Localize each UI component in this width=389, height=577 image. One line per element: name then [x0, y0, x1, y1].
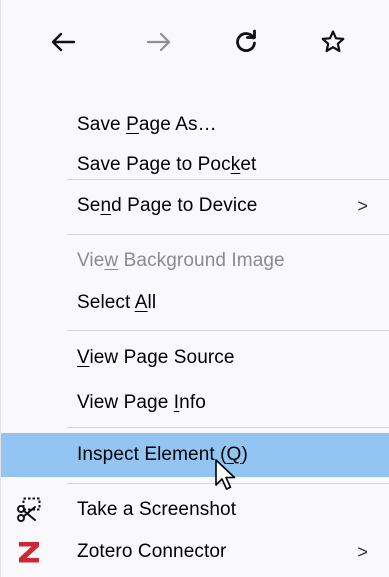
bookmark-button[interactable] [311, 22, 355, 62]
menu-separator [67, 483, 389, 484]
menu-item-label: Save Page to Pocket [77, 154, 257, 175]
menu-item-label: Select All [77, 292, 157, 313]
menu-item-select-all[interactable]: Select All [1, 281, 389, 325]
menu-separator [67, 234, 389, 235]
menu-item-view-page-info[interactable]: View Page Info [1, 381, 389, 425]
zotero-icon [19, 542, 39, 563]
menu-item-view-background-image: View Background Image [1, 239, 389, 283]
menu-item-label: View Page Info [77, 392, 206, 413]
reload-icon [236, 29, 256, 52]
menu-item-label: Send Page to Device [77, 195, 258, 216]
menu-item-save-page-as[interactable]: Save Page As… [1, 103, 389, 147]
menu-item-inspect-element[interactable]: Inspect Element (Q) [1, 433, 389, 477]
menu-item-label: View Background Image [77, 250, 285, 271]
bookmark-star-icon [321, 30, 345, 53]
menu-separator [67, 427, 389, 428]
menu-item-take-a-screenshot[interactable]: Take a Screenshot [1, 488, 389, 532]
menu-item-label: Take a Screenshot [77, 499, 237, 520]
menu-item-label: Save Page As… [77, 114, 217, 135]
screenshot-scissors-icon [17, 497, 41, 522]
navigation-row [1, 0, 389, 82]
menu-item-save-page-to-pocket[interactable]: Save Page to Pocket [1, 143, 389, 187]
menu-item-label: Inspect Element (Q) [77, 444, 248, 465]
forward-arrow-icon [146, 32, 171, 52]
submenu-chevron-icon: > [357, 195, 368, 216]
reload-button[interactable] [224, 22, 268, 62]
menu-item-view-page-source[interactable]: View Page Source [1, 336, 389, 380]
menu-item-label: View Page Source [77, 347, 235, 368]
menu-item-zotero-connector[interactable]: Zotero Connector > [1, 530, 389, 574]
menu-separator [67, 330, 389, 331]
submenu-chevron-icon: > [357, 541, 368, 562]
back-arrow-icon [51, 32, 76, 52]
context-menu: Save Page As… Save Page to Pocket Send P… [0, 0, 389, 577]
menu-item-label: Zotero Connector [77, 541, 227, 562]
forward-button[interactable] [137, 22, 181, 62]
back-button[interactable] [41, 22, 85, 62]
menu-separator [67, 179, 389, 180]
menu-item-send-page-to-device[interactable]: Send Page to Device > [1, 184, 389, 228]
